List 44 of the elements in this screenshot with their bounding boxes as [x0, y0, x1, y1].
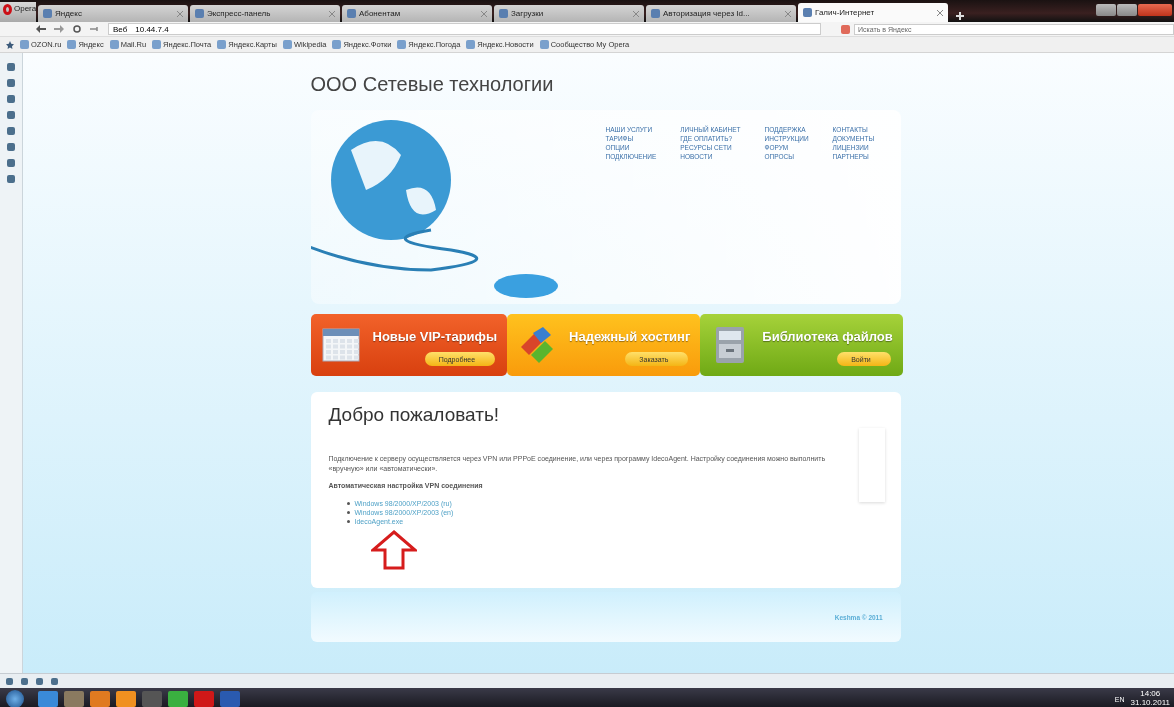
back-icon[interactable] — [36, 25, 46, 33]
key-icon[interactable] — [90, 25, 100, 33]
close-tab-icon[interactable] — [481, 10, 487, 17]
up-arrow-icon — [370, 529, 417, 570]
star-icon[interactable] — [6, 40, 14, 49]
address-prefix: Веб — [113, 24, 128, 34]
close-tab-icon[interactable] — [937, 9, 943, 16]
bullet-icon — [346, 519, 350, 523]
maximize-button[interactable] — [1117, 4, 1137, 16]
address-field[interactable]: Веб 10.44.7.4 — [108, 23, 821, 35]
minimize-button[interactable] — [1096, 4, 1116, 16]
bullet-icon — [346, 510, 350, 514]
close-tab-icon[interactable] — [633, 10, 639, 17]
search-engine-icon[interactable] — [841, 24, 850, 34]
close-button[interactable] — [1138, 4, 1172, 16]
browser-tab[interactable]: Галич-Интернет — [798, 3, 948, 22]
new-tab-icon[interactable] — [956, 12, 964, 20]
close-tab-icon[interactable] — [785, 10, 791, 17]
start-button[interactable] — [6, 690, 24, 707]
favicon-icon — [499, 9, 508, 18]
banner-title: Надежный хостинг — [569, 329, 691, 344]
favicon-icon — [651, 9, 660, 18]
welcome-heading: Добро пожаловать! — [328, 404, 501, 426]
calendar-icon — [320, 325, 361, 365]
site-title: ООО Сетевые технологии — [310, 73, 555, 96]
favicon-icon — [43, 9, 52, 18]
address-text: 10.44.7.4 — [135, 24, 169, 34]
favicon-icon — [803, 8, 812, 17]
favicon-icon — [195, 9, 204, 18]
browser-tab[interactable]: Яндекс — [38, 5, 188, 22]
bullet-icon — [346, 501, 350, 505]
close-tab-icon[interactable] — [329, 10, 335, 17]
favicon-icon — [347, 9, 356, 18]
banner-title: Библиотека файлов — [762, 329, 893, 344]
opera-menu-button[interactable]: Opera — [0, 2, 36, 22]
close-tab-icon[interactable] — [177, 10, 183, 17]
clock[interactable]: 14:06 31.10.2011 — [1130, 690, 1170, 707]
forward-icon[interactable] — [54, 25, 64, 33]
reload-icon[interactable] — [72, 25, 82, 33]
banner-title: Новые VIP-тарифы — [372, 329, 498, 344]
browser-tab[interactable]: Авторизация через Id... — [646, 5, 796, 22]
browser-tab[interactable]: Абонентам — [342, 5, 492, 22]
browser-tab[interactable]: Загрузки — [494, 5, 644, 22]
browser-tab[interactable]: Экспресс-панель — [190, 5, 340, 22]
